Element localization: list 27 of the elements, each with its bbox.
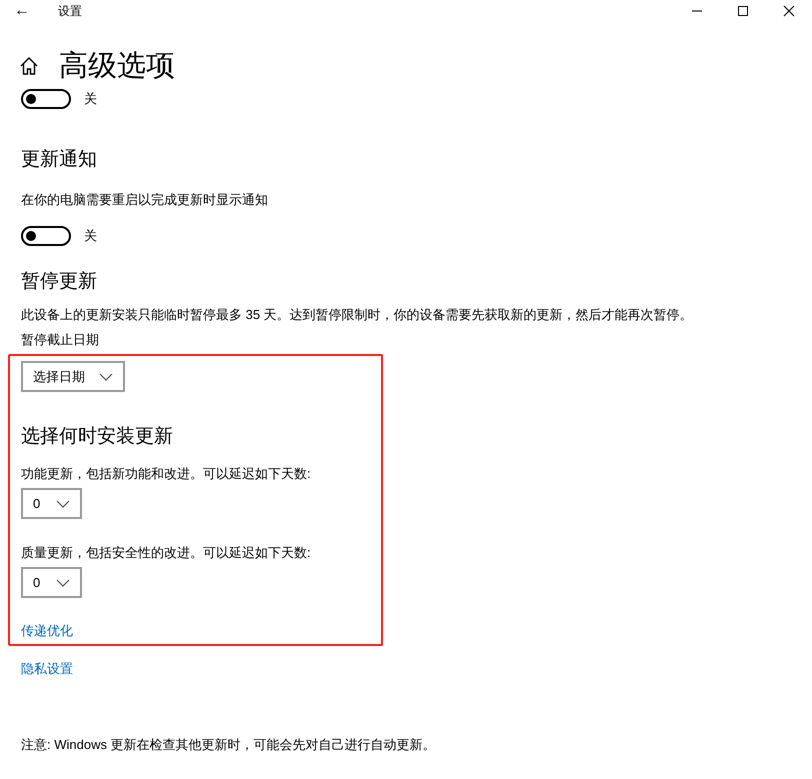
- back-button[interactable]: ←: [0, 0, 44, 22]
- toggle-label: 关: [84, 227, 97, 245]
- settings-link[interactable]: 传递优化: [21, 622, 73, 640]
- toggle-label: 关: [84, 90, 97, 108]
- settings-link[interactable]: 隐私设置: [21, 660, 73, 678]
- dropdown[interactable]: 0: [21, 567, 82, 598]
- toggle-switch[interactable]: [21, 226, 71, 246]
- maximize-icon: [737, 5, 749, 17]
- close-icon: [783, 5, 795, 17]
- note-text: 注意: Windows 更新在检查其他更新时，可能会先对自己进行自动更新。: [21, 736, 437, 754]
- chevron-icon: [56, 500, 70, 508]
- home-icon[interactable]: [19, 56, 39, 76]
- dropdown[interactable]: 选择日期: [21, 361, 125, 392]
- section-heading: 选择何时安装更新: [21, 425, 174, 449]
- dropdown[interactable]: 0: [21, 488, 82, 519]
- description-text: 暂停截止日期: [21, 331, 100, 349]
- toggle-switch[interactable]: [21, 89, 71, 109]
- window-title: 设置: [58, 2, 83, 20]
- section-heading: 更新通知: [21, 148, 98, 172]
- page-title: 高级选项: [59, 49, 175, 84]
- description-text: 此设备上的更新安装只能临时暂停最多 35 天。达到暂停限制时，你的设备需要先获取新的更新，然后才能再次暂停。: [21, 306, 694, 324]
- chevron-icon: [56, 578, 70, 586]
- description-text: 质量更新，包括安全性的改进。可以延迟如下天数:: [21, 544, 312, 562]
- description-text: 在你的电脑需要重启以完成更新时显示通知: [21, 191, 269, 209]
- description-text: 功能更新，包括新功能和改进。可以延迟如下天数:: [21, 465, 312, 483]
- chevron-icon: [99, 372, 113, 380]
- section-heading: 暂停更新: [21, 270, 98, 294]
